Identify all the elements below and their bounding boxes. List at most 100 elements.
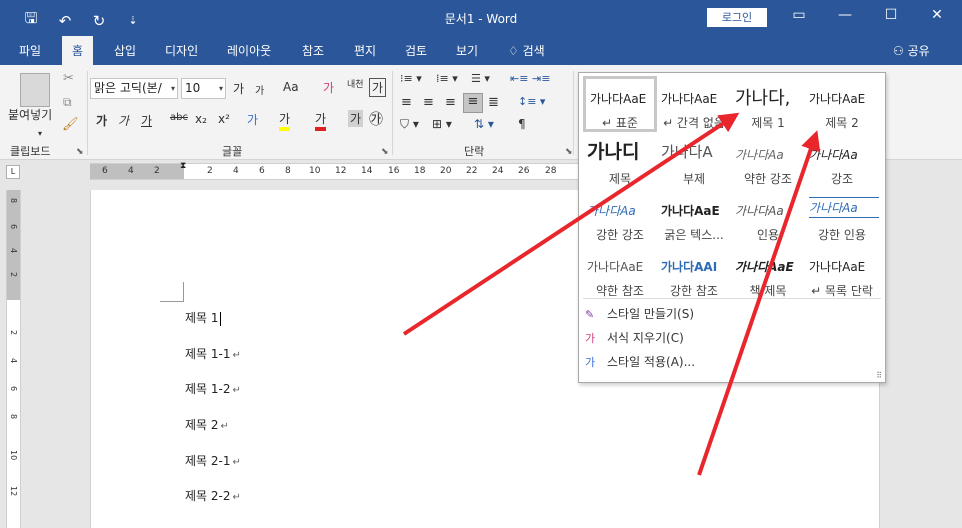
style-emphasis[interactable]: 가나다Aa 강조 — [805, 132, 879, 188]
change-case-icon[interactable]: Aa — [283, 80, 299, 94]
font-group-label: 글꼴 — [222, 145, 243, 158]
indent-marker-icon[interactable]: ⧗ — [180, 161, 186, 171]
line-spacing-icon[interactable]: ↕≡ ▾ — [518, 95, 545, 108]
style-normal[interactable]: 가나다AaE ↵ 표준 — [583, 76, 657, 132]
shading-icon[interactable]: ⛉ ▾ — [400, 117, 419, 132]
clear-formatting-command[interactable]: 가 서식 지우기(C) — [585, 329, 684, 346]
heading-line[interactable]: 제목 2-1 ↵ — [185, 452, 241, 469]
grow-font-icon[interactable]: 가 — [233, 80, 244, 97]
underline-icon[interactable]: 가 — [141, 112, 152, 129]
subscript-icon[interactable]: x₂ — [195, 112, 207, 126]
paragraph-launcher-icon[interactable]: ⬊ — [565, 147, 573, 157]
borders-icon[interactable]: ⊞ ▾ — [432, 117, 452, 131]
increase-indent-icon[interactable]: ⇥≡ — [532, 72, 550, 85]
style-subtle-emphasis[interactable]: 가나다Aa 약한 강조 — [731, 132, 805, 188]
ruler-tick: 28 — [545, 166, 557, 176]
tab-references[interactable]: 참조 — [302, 42, 324, 59]
clear-formatting-icon[interactable]: 가 — [323, 79, 334, 96]
style-no-spacing[interactable]: 가나다AaE ↵ 간격 없음 — [657, 76, 731, 132]
character-shading-icon[interactable]: 가 — [348, 110, 364, 127]
clipboard-launcher-icon[interactable]: ⬊ — [76, 147, 84, 157]
tab-file[interactable]: 파일 — [19, 42, 41, 59]
format-painter-icon[interactable]: 🖌 — [62, 117, 79, 132]
style-subtitle[interactable]: 가나다A 부제 — [657, 132, 731, 188]
tab-search[interactable]: ♢ 검색 — [508, 42, 545, 59]
ruler-tick: 12 — [335, 166, 347, 176]
italic-icon[interactable]: 가 — [118, 112, 129, 129]
tab-selector[interactable]: L — [6, 165, 20, 179]
bullets-icon[interactable]: ⁝≡ ▾ — [400, 72, 422, 85]
superscript-icon[interactable]: x² — [218, 112, 230, 126]
share-button[interactable]: ⚇ 공유 — [893, 42, 930, 59]
close-icon[interactable]: ✕ — [922, 7, 952, 23]
shrink-font-icon[interactable]: 가 — [255, 82, 264, 97]
font-size-combo[interactable]: 10 ▾ — [181, 78, 226, 99]
heading-line[interactable]: 제목 2 ↵ — [185, 416, 229, 433]
resize-grip-icon[interactable]: ⠿ — [876, 371, 882, 380]
enclose-characters-icon[interactable]: 가 — [369, 78, 387, 97]
paste-button-label[interactable]: 붙여넣기 — [8, 106, 52, 123]
style-list-paragraph[interactable]: 가나다AaE ↵ 목록 단락 — [805, 244, 879, 300]
login-button[interactable]: 로그인 — [707, 8, 767, 27]
highlight-color-icon[interactable]: 가 — [279, 110, 291, 131]
style-quote[interactable]: 가나다Aa 인용 — [731, 188, 805, 244]
style-intense-emphasis[interactable]: 가나다Aa 강한 강조 — [583, 188, 657, 244]
person-icon: ⚇ — [893, 44, 904, 58]
style-heading-1[interactable]: 가나다, 제목 1 — [731, 76, 805, 132]
create-style-icon: ✎ — [585, 308, 595, 321]
ruler-tick: 16 — [388, 166, 400, 176]
font-color-icon[interactable]: 가 — [315, 110, 327, 131]
align-left-icon[interactable]: ≡ — [401, 95, 412, 110]
style-intense-quote[interactable]: 가나다Aa 강한 인용 — [805, 188, 879, 244]
numbering-icon[interactable]: ⁞≡ ▾ — [436, 72, 458, 85]
style-subtle-reference[interactable]: 가나다AaE 약한 참조 — [583, 244, 657, 300]
window-title: 문서1 - Word — [444, 12, 518, 26]
bold-icon[interactable]: 가 — [96, 112, 107, 129]
distributed-icon[interactable]: ≣ — [488, 95, 499, 110]
heading-line[interactable]: 제목 1-1 ↵ — [185, 345, 241, 362]
font-name-combo[interactable]: 맑은 고딕(본/▾ — [90, 78, 178, 99]
strikethrough-icon[interactable]: abc — [170, 112, 188, 123]
justify-icon[interactable]: ≡ — [463, 93, 483, 113]
tab-view[interactable]: 보기 — [456, 42, 478, 59]
style-strong[interactable]: 가나다AaE 굵은 텍스... — [657, 188, 731, 244]
apply-styles-command[interactable]: 가 스타일 적용(A)... — [585, 353, 695, 370]
font-launcher-icon[interactable]: ⬊ — [381, 147, 389, 157]
ribbon-display-options-icon[interactable]: ▭ — [784, 7, 814, 23]
create-style-command[interactable]: ✎ 스타일 만들기(S) — [585, 305, 694, 322]
tab-insert[interactable]: 삽입 — [114, 42, 136, 59]
vertical-ruler[interactable]: 8 6 4 2 2 4 6 8 10 12 — [6, 190, 21, 528]
enclosed-character-icon[interactable]: ㉮ — [369, 109, 383, 129]
maximize-icon[interactable]: ☐ — [876, 7, 906, 23]
multilevel-list-icon[interactable]: ☰ ▾ — [471, 72, 490, 85]
copy-icon[interactable]: ⧉ — [63, 95, 72, 110]
style-book-title[interactable]: 가나다AaE 책 제목 — [731, 244, 805, 300]
phonetic-guide-icon[interactable]: 내천 — [347, 77, 364, 90]
paragraph-mark: ↵ — [232, 457, 241, 468]
tab-review[interactable]: 검토 — [405, 42, 427, 59]
cut-icon[interactable]: ✂ — [63, 71, 74, 86]
paste-dropdown-icon[interactable]: ▾ — [38, 129, 42, 138]
align-center-icon[interactable]: ≡ — [423, 95, 434, 110]
tab-design[interactable]: 디자인 — [165, 42, 198, 59]
heading-line[interactable]: 제목 1 — [185, 309, 221, 326]
paste-icon[interactable] — [20, 73, 50, 107]
tab-mailings[interactable]: 편지 — [354, 42, 376, 59]
chevron-down-icon: ▾ — [218, 84, 223, 93]
style-title[interactable]: 가나디 제목 — [583, 132, 657, 188]
text-effects-icon[interactable]: 가 — [247, 111, 258, 128]
heading-line[interactable]: 제목 1-2 ↵ — [185, 380, 241, 397]
minimize-icon[interactable]: — — [830, 7, 860, 23]
group-divider — [87, 71, 88, 155]
tab-home[interactable]: 홈 — [62, 36, 94, 65]
ruler-tick: 4 — [9, 358, 18, 364]
tab-layout[interactable]: 레이아웃 — [227, 42, 271, 59]
style-intense-reference[interactable]: 가나다AAI 강한 참조 — [657, 244, 731, 300]
ruler-tick: 4 — [9, 248, 18, 254]
sort-icon[interactable]: ⇅ ▾ — [474, 117, 494, 131]
style-heading-2[interactable]: 가나다AaE 제목 2 — [805, 76, 879, 132]
show-marks-icon[interactable]: ¶ — [518, 117, 526, 131]
align-right-icon[interactable]: ≡ — [445, 95, 456, 110]
heading-line[interactable]: 제목 2-2 ↵ — [185, 487, 241, 504]
decrease-indent-icon[interactable]: ⇤≡ — [510, 72, 528, 85]
